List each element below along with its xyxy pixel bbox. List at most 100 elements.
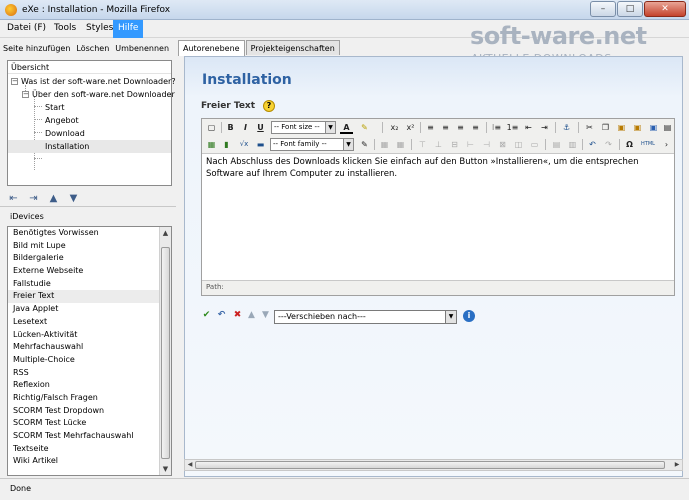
idevice-item[interactable]: Freier Text — [8, 290, 171, 304]
maximize-button[interactable]: □ — [617, 1, 643, 17]
idevice-item[interactable]: Java Applet — [8, 303, 171, 316]
paste-text-icon[interactable]: ▣ — [631, 121, 644, 134]
edit-icon[interactable]: ✎ — [358, 138, 371, 151]
horizontal-rule-icon[interactable]: ▬ — [254, 138, 267, 151]
scroll-down-icon[interactable]: ▼ — [160, 463, 171, 475]
underline-icon[interactable]: U — [254, 121, 267, 134]
html-icon[interactable]: HTML — [639, 138, 657, 151]
font-size-select[interactable]: -- Font size -- ▼ — [271, 121, 336, 134]
help-icon[interactable]: ? — [263, 100, 275, 112]
menu-help[interactable]: Hilfe — [113, 20, 144, 38]
visual-aid-icon[interactable]: ▥ — [566, 138, 579, 151]
idevice-item[interactable]: Reflexion — [8, 379, 171, 392]
align-justify-icon[interactable]: ≡ — [469, 121, 482, 134]
tree-node-installation[interactable]: Installation — [8, 140, 171, 153]
merge-cell-icon[interactable]: ▭ — [528, 138, 541, 151]
save-checkmark-icon[interactable]: ✔ — [201, 310, 212, 321]
row-before-icon[interactable]: ⊤ — [416, 138, 429, 151]
table-icon[interactable]: ▦ — [378, 138, 391, 151]
idevice-item[interactable]: Benötigtes Vorwissen — [8, 227, 171, 240]
tree-node-download[interactable]: Download — [45, 129, 85, 138]
idevice-item[interactable]: Richtig/Falsch Fragen — [8, 392, 171, 405]
media-icon[interactable]: ▮ — [220, 138, 233, 151]
idevice-item[interactable]: SCORM Test Mehrfachauswahl — [8, 430, 171, 443]
horizontal-scrollbar[interactable]: ◀ ▶ — [184, 459, 683, 471]
highlight-icon[interactable]: ✎ — [358, 121, 371, 134]
idevice-item[interactable]: Wiki Artikel — [8, 455, 171, 468]
info-icon[interactable]: i — [463, 310, 475, 322]
move-up-icon[interactable]: ▲ — [47, 192, 60, 205]
undo-icon[interactable]: ↶ — [586, 138, 599, 151]
bullet-list-icon[interactable]: ⁝≡ — [490, 121, 503, 134]
idevices-scrollbar[interactable]: ▲ ▼ — [159, 227, 171, 475]
scroll-thumb[interactable] — [195, 461, 665, 469]
idevice-item[interactable]: Textseite — [8, 443, 171, 456]
idevice-item[interactable]: Bild mit Lupe — [8, 240, 171, 253]
copy-icon[interactable]: ❐ — [599, 121, 612, 134]
scroll-up-icon[interactable]: ▲ — [160, 227, 171, 239]
col-before-icon[interactable]: ⊢ — [464, 138, 477, 151]
delete-x-icon[interactable]: ✖ — [232, 310, 243, 321]
tab-author-level[interactable]: Autorenebene — [178, 40, 245, 56]
move-down-icon[interactable]: ▼ — [260, 310, 271, 321]
table-props-icon[interactable]: ▦ — [394, 138, 407, 151]
outdent-icon[interactable]: ⇤ — [522, 121, 535, 134]
idevice-item[interactable]: Multiple-Choice — [8, 354, 171, 367]
undo-edit-icon[interactable]: ↶ — [216, 310, 227, 321]
menu-tools[interactable]: Tools — [54, 23, 76, 33]
paste-word-icon[interactable]: ▣ — [647, 121, 660, 134]
tree-node-offer[interactable]: Angebot — [45, 116, 79, 125]
delete-col-icon[interactable]: ⊠ — [496, 138, 509, 151]
promote-icon[interactable]: ⇤ — [7, 192, 20, 205]
move-down-icon[interactable]: ▼ — [67, 192, 80, 205]
tree-collapse-icon[interactable]: − — [22, 91, 29, 98]
add-page-button[interactable]: Seite hinzufügen — [3, 41, 70, 57]
idevice-item[interactable]: Externe Webseite — [8, 265, 171, 278]
idevice-item[interactable]: Fallstudie — [8, 278, 171, 291]
image-icon[interactable]: ▦ — [205, 138, 218, 151]
pane-separator[interactable] — [0, 206, 176, 207]
tree-node-about[interactable]: Über den soft-ware.net Downloader — [32, 90, 175, 99]
tab-project-properties[interactable]: Projekteigenschaften — [245, 40, 340, 55]
superscript-icon[interactable]: x² — [404, 121, 417, 134]
align-center-icon[interactable]: ≡ — [439, 121, 452, 134]
indent-icon[interactable]: ⇥ — [538, 121, 551, 134]
math-icon[interactable]: √x — [236, 138, 252, 151]
minimize-button[interactable]: – — [590, 1, 616, 17]
subscript-icon[interactable]: x₂ — [388, 121, 401, 134]
cleanup-icon[interactable]: ▤ — [550, 138, 563, 151]
menu-styles[interactable]: Styles — [86, 23, 113, 33]
toolbar-more-icon[interactable]: › — [660, 138, 673, 151]
tree-node-root[interactable]: Was ist der soft-ware.net Downloader? — [21, 77, 176, 86]
demote-icon[interactable]: ⇥ — [27, 192, 40, 205]
rename-button[interactable]: Umbenennen — [115, 41, 169, 57]
idevice-item[interactable]: Lücken-Aktivität — [8, 329, 171, 342]
split-cell-icon[interactable]: ◫ — [512, 138, 525, 151]
anchor-icon[interactable]: ⚓ — [560, 121, 573, 134]
numbered-list-icon[interactable]: 1≡ — [506, 121, 519, 134]
tree-collapse-icon[interactable]: − — [11, 78, 18, 85]
paste-icon[interactable]: ▣ — [615, 121, 628, 134]
scroll-thumb[interactable] — [161, 247, 170, 459]
col-after-icon[interactable]: ⊣ — [480, 138, 493, 151]
font-color-icon[interactable]: A — [340, 121, 353, 134]
scroll-left-icon[interactable]: ◀ — [185, 460, 195, 470]
row-after-icon[interactable]: ⊥ — [432, 138, 445, 151]
editor-text-area[interactable]: Nach Abschluss des Downloads klicken Sie… — [202, 153, 674, 281]
delete-row-icon[interactable]: ⊟ — [448, 138, 461, 151]
idevice-item[interactable]: SCORM Test Dropdown — [8, 405, 171, 418]
align-right-icon[interactable]: ≡ — [454, 121, 467, 134]
tree-node-start[interactable]: Start — [45, 103, 65, 112]
font-family-select[interactable]: -- Font family -- ▼ — [270, 138, 354, 151]
toolbar-more-icon[interactable]: ▤ — [661, 121, 674, 134]
idevice-item[interactable]: RSS — [8, 367, 171, 380]
bold-icon[interactable]: B — [224, 121, 237, 134]
new-document-icon[interactable]: ▢ — [205, 121, 218, 134]
idevice-item[interactable]: Mehrfachauswahl — [8, 341, 171, 354]
menu-file[interactable]: Datei (F) — [7, 23, 46, 33]
idevice-item[interactable]: SCORM Test Lücke — [8, 417, 171, 430]
scroll-right-icon[interactable]: ▶ — [672, 460, 682, 470]
cut-icon[interactable]: ✂ — [583, 121, 596, 134]
italic-icon[interactable]: I — [239, 121, 252, 134]
move-up-icon[interactable]: ▲ — [246, 310, 257, 321]
